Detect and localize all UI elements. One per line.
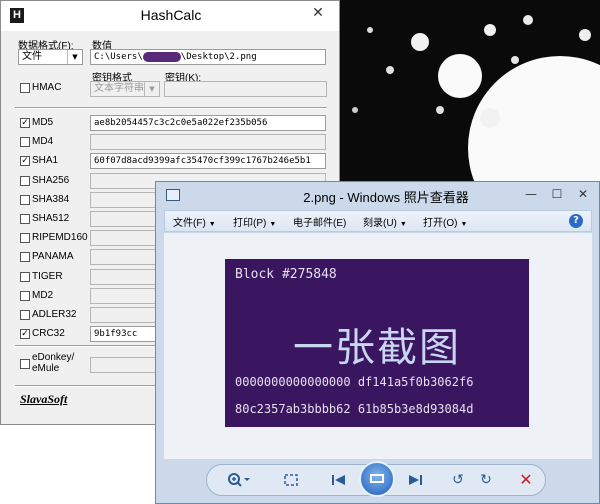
menu-email[interactable]: 电子邮件(E) xyxy=(293,214,346,229)
edonkey-value-field[interactable] xyxy=(90,357,156,373)
rotate-ccw-icon[interactable]: ↺ xyxy=(445,465,471,495)
edonkey-label: eDonkey/ eMule xyxy=(32,352,74,374)
algorithm-label: SHA384 xyxy=(32,194,70,205)
algorithm-checkbox[interactable] xyxy=(20,310,30,320)
algorithm-checkbox[interactable] xyxy=(20,214,30,224)
key-format-value: 文本字符串 xyxy=(94,83,144,94)
algorithm-label: TIGER xyxy=(32,271,63,282)
algorithm-checkbox[interactable] xyxy=(20,195,30,205)
chevron-down-icon: ▼ xyxy=(67,50,82,64)
photo-viewer-app-icon xyxy=(166,189,180,201)
data-path-input[interactable]: C:\Users\ \Desktop\2.png xyxy=(90,49,326,65)
redacted-username xyxy=(142,51,181,62)
algorithm-hash-field[interactable]: 60f07d8acd9399afc35470cf399c1767b246e5b1 xyxy=(90,153,326,169)
chevron-down-icon: ▼ xyxy=(399,221,407,228)
displayed-image: Block #275848 一张截图 0000000000000000 df14… xyxy=(225,259,529,427)
data-format-value: 文件 xyxy=(22,51,42,62)
data-format-select[interactable]: 文件 ▼ xyxy=(18,49,83,65)
photo-viewer-titlebar[interactable]: 2.png - Windows 照片查看器 — ☐ ✕ xyxy=(156,182,599,210)
algorithm-hash-field[interactable] xyxy=(90,134,326,150)
menu-bar: 文件(F) ▼ 打印(P) ▼ 电子邮件(E) 刻录(U) ▼ 打开(O) ▼ ? xyxy=(164,210,592,232)
algorithm-hash-field[interactable]: 9b1f93cc xyxy=(90,326,156,342)
algorithm-checkbox[interactable] xyxy=(20,272,30,282)
algorithm-label: MD5 xyxy=(32,117,54,128)
window-title: HashCalc xyxy=(140,7,202,23)
viewer-toolbar: ↺ ↻ ✕ xyxy=(206,461,546,497)
menu-email-label: 电子邮件(E) xyxy=(293,218,347,229)
algorithm-label: CRC32 xyxy=(32,328,65,339)
algorithm-label: SHA1 xyxy=(32,155,59,166)
slideshow-screen-glyph xyxy=(370,474,384,483)
slideshow-icon[interactable] xyxy=(359,461,395,497)
slavasoft-link[interactable]: SlavaSoft xyxy=(20,392,67,407)
menu-open[interactable]: 打开(O) ▼ xyxy=(423,214,467,229)
data-path-prefix: C:\Users\ xyxy=(94,52,143,62)
menu-print[interactable]: 打印(P) ▼ xyxy=(233,214,276,229)
hashcalc-titlebar[interactable]: H HashCalc ✕ xyxy=(1,1,339,31)
close-button[interactable]: ✕ xyxy=(299,2,337,22)
algorithm-checkbox[interactable]: ✓ xyxy=(20,118,30,128)
edonkey-label-line2: eMule xyxy=(32,363,60,374)
menu-file-label: 文件(F) xyxy=(173,218,206,229)
algorithm-label: SHA256 xyxy=(32,175,70,186)
chevron-down-icon: ▼ xyxy=(460,221,468,228)
separator xyxy=(15,107,327,109)
chevron-down-icon: ▼ xyxy=(208,221,216,228)
algorithm-checkbox[interactable] xyxy=(20,291,30,301)
algorithm-checkbox[interactable] xyxy=(20,252,30,262)
algorithm-label: SHA512 xyxy=(32,213,70,224)
menu-file[interactable]: 文件(F) ▼ xyxy=(173,214,216,229)
image-hex-line-1: 0000000000000000 df141a5f0b3062f6 xyxy=(235,375,474,389)
desktop-fractal-background xyxy=(330,0,600,200)
key-format-select[interactable]: 文本字符串 ▼ xyxy=(90,81,160,97)
algorithm-checkbox[interactable] xyxy=(20,176,30,186)
hashcalc-app-icon: H xyxy=(10,8,24,23)
zoom-icon[interactable] xyxy=(221,465,257,495)
data-path-suffix: \Desktop\2.png xyxy=(180,52,257,62)
menu-burn-label: 刻录(U) xyxy=(363,218,397,229)
menu-print-label: 打印(P) xyxy=(233,218,267,229)
window-title: 2.png - Windows 照片查看器 xyxy=(303,190,469,205)
hmac-label: HMAC xyxy=(32,82,62,93)
close-button[interactable]: ✕ xyxy=(570,184,596,204)
photo-viewer-window: 2.png - Windows 照片查看器 — ☐ ✕ 文件(F) ▼ 打印(P)… xyxy=(155,181,600,504)
algorithm-checkbox[interactable] xyxy=(20,233,30,243)
algorithm-label: MD4 xyxy=(32,136,54,147)
menu-open-label: 打开(O) xyxy=(423,218,458,229)
menu-burn[interactable]: 刻录(U) ▼ xyxy=(363,214,407,229)
fit-window-icon[interactable] xyxy=(279,465,303,495)
delete-icon[interactable]: ✕ xyxy=(513,465,539,495)
algorithm-hash-field[interactable]: ae8b2054457c3c2c0e5a022ef235b056 xyxy=(90,115,326,131)
algorithm-checkbox[interactable] xyxy=(20,137,30,147)
rotate-cw-icon[interactable]: ↻ xyxy=(473,465,499,495)
image-hex-line-2: 80c2357ab3bbbb62 61b85b3e8d93084d xyxy=(235,402,474,416)
algorithm-label: MD2 xyxy=(32,290,54,301)
key-input[interactable] xyxy=(164,81,327,97)
image-title-text: 一张截图 xyxy=(293,325,461,371)
next-icon[interactable] xyxy=(401,465,429,495)
algorithm-label: RIPEMD160 xyxy=(32,232,88,243)
algorithm-checkbox[interactable]: ✓ xyxy=(20,156,30,166)
hmac-checkbox[interactable] xyxy=(20,83,30,93)
help-icon[interactable]: ? xyxy=(569,214,583,228)
algorithm-label: PANAMA xyxy=(32,251,74,262)
algorithm-checkbox[interactable]: ✓ xyxy=(20,329,30,339)
maximize-button[interactable]: ☐ xyxy=(544,184,570,204)
image-block-text: Block #275848 xyxy=(235,267,337,282)
minimize-button[interactable]: — xyxy=(518,184,544,204)
edonkey-checkbox[interactable] xyxy=(20,359,30,369)
algorithm-label: ADLER32 xyxy=(32,309,77,320)
previous-icon[interactable] xyxy=(325,465,353,495)
chevron-down-icon: ▼ xyxy=(144,82,159,96)
chevron-down-icon: ▼ xyxy=(269,221,277,228)
edonkey-label-line1: eDonkey/ xyxy=(32,352,75,363)
